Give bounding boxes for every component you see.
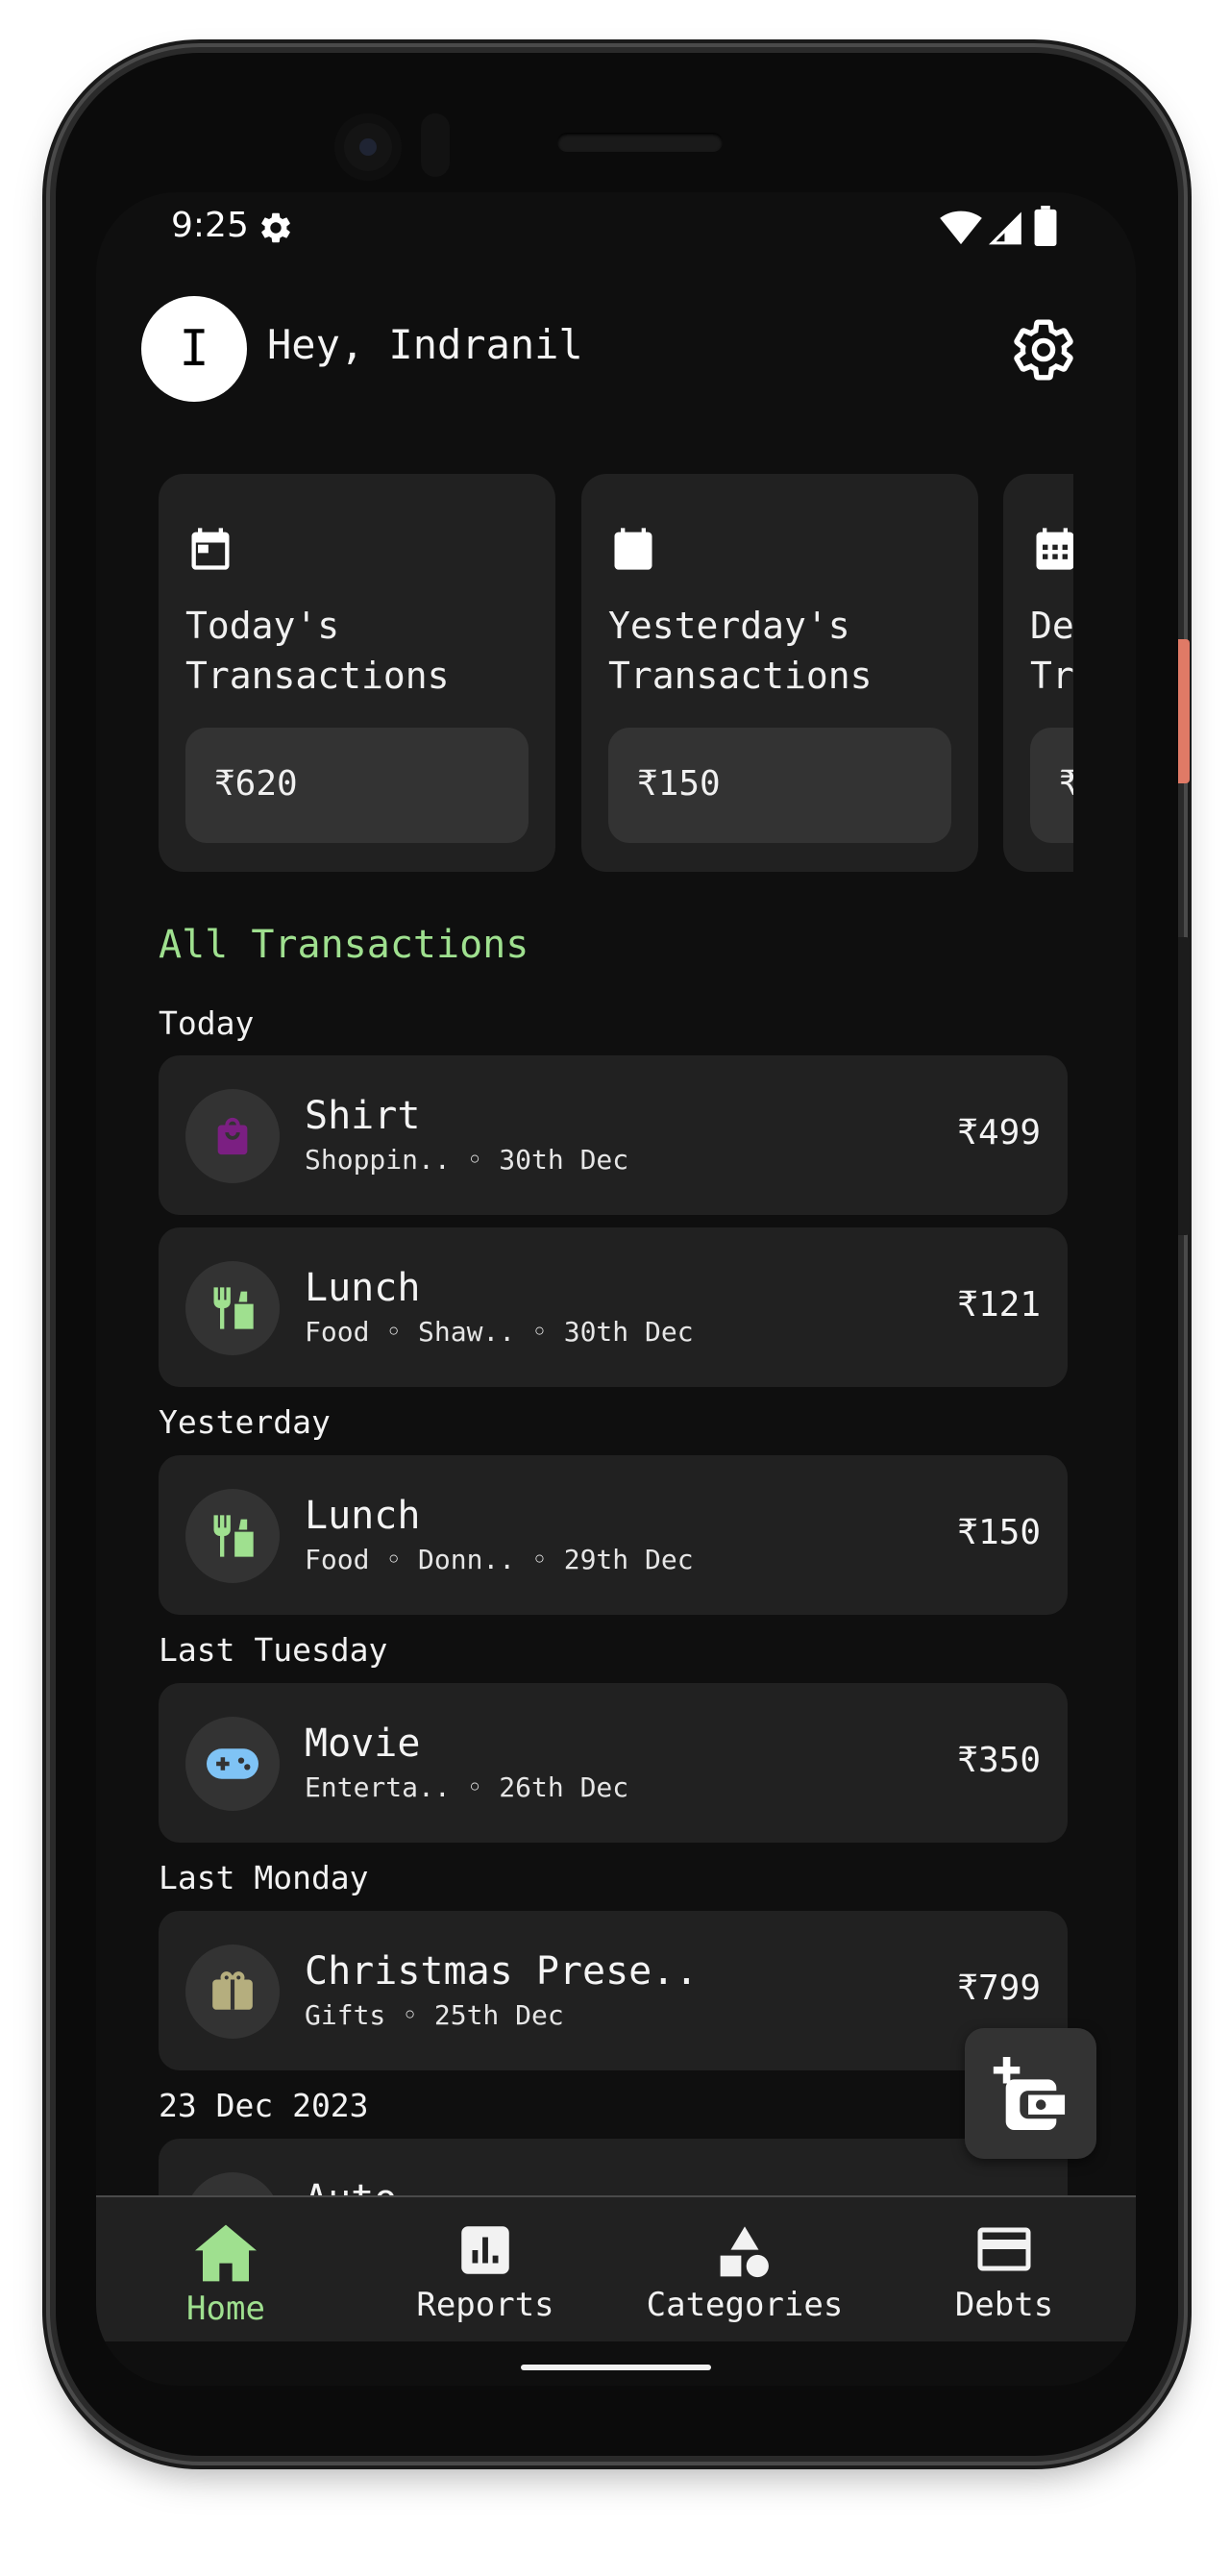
front-camera [334,113,402,181]
today-transactions-card[interactable]: Today's Transactions ₹620 [159,474,555,872]
card-amount: ₹ [1059,764,1073,804]
nav-label: Home [186,2290,265,2328]
group-label-yesterday: Yesterday [159,1403,331,1441]
nav-label: Reports [416,2286,554,2324]
nav-debts[interactable]: Debts [874,2197,1134,2341]
transaction-amount: ₹121 [957,1285,1041,1325]
group-label-last-tuesday: Last Tuesday [159,1631,388,1669]
card-title: Dec Transactions [1030,605,1073,697]
transaction-meta: Food ◦ Shaw.. ◦ 30th Dec [305,1316,694,1348]
transaction-item[interactable]: Lunch Food ◦ Shaw.. ◦ 30th Dec ₹121 [159,1227,1068,1387]
transaction-amount: ₹799 [957,1969,1041,2008]
transaction-meta: Gifts ◦ 25th Dec [305,1999,564,2031]
categories-icon [720,2226,769,2278]
wifi-icon [940,211,982,245]
card-amount-box: ₹620 [185,728,529,843]
transaction-meta: Food ◦ Donn.. ◦ 29th Dec [305,1544,694,1575]
nav-label: Categories [646,2286,844,2324]
transaction-name: Lunch [305,1266,421,1310]
reports-icon [461,2226,509,2274]
bottom-navigation: Home Reports Categories Debts [96,2195,1136,2341]
category-icon-circle [185,1489,280,1583]
calendar-icon [614,528,652,570]
transaction-name: Lunch [305,1494,421,1538]
volume-button [1178,937,1190,1235]
card-amount: ₹620 [214,764,298,804]
settings-gear-icon[interactable] [1009,315,1078,384]
card-amount: ₹150 [637,764,721,804]
group-label-today: Today [159,1004,255,1042]
summary-cards-carousel[interactable]: Today's Transactions ₹620 Yesterday's Tr… [159,474,1073,872]
calendar-month-icon [1036,528,1073,570]
calendar-icon [191,528,230,570]
yesterday-transactions-card[interactable]: Yesterday's Transactions ₹150 [581,474,978,872]
transaction-item[interactable]: Movie Enterta.. ◦ 26th Dec ₹350 [159,1683,1068,1843]
card-title: Yesterday's Transactions [608,605,873,697]
greeting-text: Hey, Indranil [267,321,583,368]
month-transactions-card[interactable]: Dec Transactions ₹ [1003,474,1073,872]
transaction-meta: Shoppin.. ◦ 30th Dec [305,1144,629,1176]
card-amount-box: ₹ [1030,728,1073,843]
gamepad-icon [207,1748,258,1779]
app-screen: 9:25 I Hey, Indranil Today's Transaction… [96,192,1136,2386]
add-wallet-icon [993,2057,1065,2130]
category-icon-circle [185,1717,280,1811]
power-button [1178,639,1190,783]
transaction-amount: ₹150 [957,1513,1041,1552]
home-icon [195,2224,257,2282]
transaction-name: Movie [305,1721,421,1766]
shopping-bag-icon [217,1117,248,1155]
nav-categories[interactable]: Categories [615,2197,874,2341]
transaction-item[interactable]: Lunch Food ◦ Donn.. ◦ 29th Dec ₹150 [159,1455,1068,1615]
proximity-sensor [421,113,450,177]
restaurant-icon [213,1515,254,1557]
credit-card-icon [977,2227,1031,2271]
status-bar: 9:25 [96,192,1136,260]
transaction-name: Shirt [305,1094,421,1138]
group-label-last-monday: Last Monday [159,1859,369,1896]
status-time: 9:25 [171,206,249,245]
home-indicator[interactable] [521,2365,711,2370]
group-label-23-dec-2023: 23 Dec 2023 [159,2087,369,2124]
category-icon-circle [185,1944,280,2039]
card-amount-box: ₹150 [608,728,951,843]
nav-reports[interactable]: Reports [356,2197,615,2341]
transaction-name: Christmas Prese.. [305,1949,699,1994]
transaction-amount: ₹350 [957,1741,1041,1780]
all-transactions-title: All Transactions [159,923,529,967]
card-title: Today's Transactions [185,605,450,697]
transaction-amount: ₹499 [957,1113,1041,1152]
gift-icon [212,1971,253,2010]
gear-status-icon [261,212,290,243]
nav-label: Debts [954,2286,1054,2324]
nav-home[interactable]: Home [96,2197,356,2341]
transaction-meta: Enterta.. ◦ 26th Dec [305,1771,629,1803]
transaction-item[interactable]: Shirt Shoppin.. ◦ 30th Dec ₹499 [159,1055,1068,1215]
avatar[interactable]: I [141,296,247,402]
restaurant-icon [213,1287,254,1329]
transaction-item[interactable]: Christmas Prese.. Gifts ◦ 25th Dec ₹799 [159,1911,1068,2070]
category-icon-circle [185,1089,280,1183]
category-icon-circle [185,1261,280,1355]
signal-icon [988,211,1021,245]
add-transaction-button[interactable] [965,2028,1096,2159]
battery-icon [1034,206,1057,246]
earpiece-speaker [557,133,723,152]
